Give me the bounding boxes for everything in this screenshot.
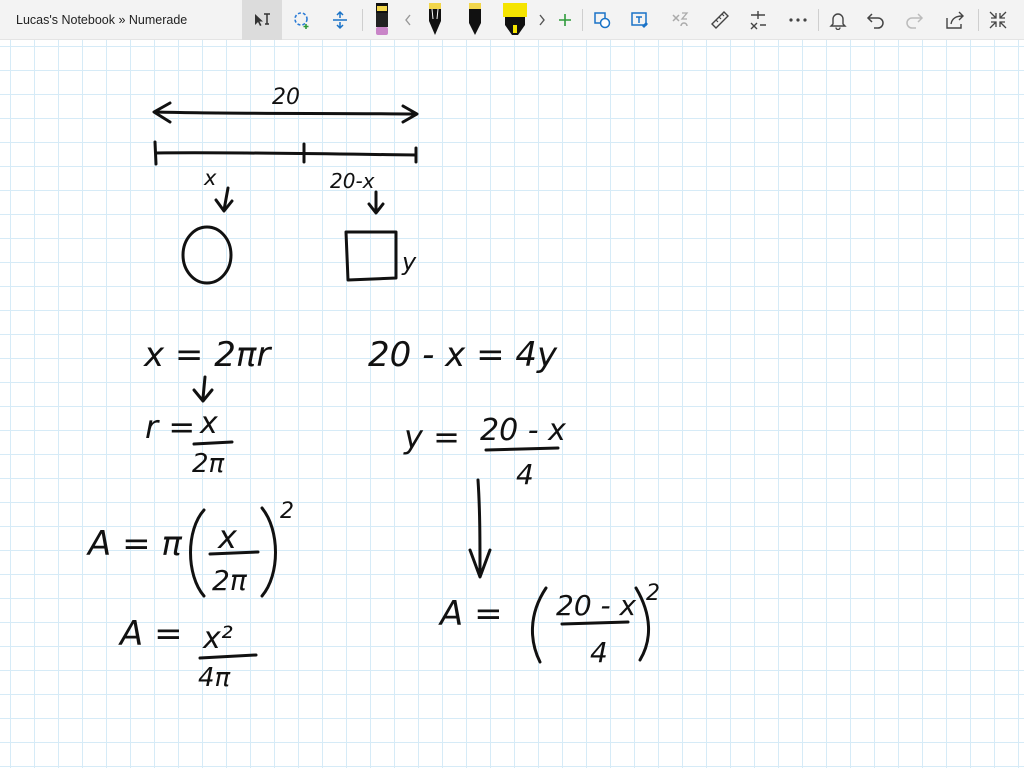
ink-to-shape-icon (592, 10, 612, 30)
eq-side-num: 20 - x (480, 413, 566, 448)
square-shape (344, 230, 398, 282)
total-length-label: 20 (272, 85, 300, 110)
eq-radius-lhs: r = (145, 408, 195, 446)
eq-side-bar (484, 446, 560, 452)
pen-pink-icon (372, 3, 392, 37)
pens-scroll-right-button[interactable] (534, 0, 550, 40)
pen-pink-button[interactable] (368, 0, 396, 40)
undo-button[interactable] (860, 0, 892, 40)
toolbar-divider (978, 9, 979, 31)
square-side-label: y (401, 248, 417, 276)
fullscreen-button[interactable] (982, 0, 1014, 40)
select-text-button[interactable] (242, 0, 282, 40)
pen-black-1-button[interactable] (420, 0, 450, 40)
insert-space-button[interactable] (322, 0, 358, 40)
eq-area-circle-exp: 2 (280, 499, 294, 524)
notifications-button[interactable] (822, 0, 854, 40)
ruler-button[interactable] (704, 0, 736, 40)
ink-to-text-button[interactable] (624, 0, 656, 40)
paren-left (189, 508, 206, 598)
toolbar-divider (582, 9, 583, 31)
highlighter-yellow-button[interactable] (498, 0, 532, 40)
eq-area-circle-den: 2π (212, 564, 248, 597)
redo-icon (904, 10, 924, 30)
paren-left-2 (531, 586, 548, 664)
toolbar-divider (818, 9, 819, 31)
insert-space-icon (330, 10, 350, 30)
ink-to-math-button[interactable] (664, 0, 696, 40)
eq-area-square-bar (560, 620, 630, 626)
eq-area-circle-simplified-num: x² (202, 621, 233, 656)
ink-to-text-icon (630, 10, 650, 30)
chevron-right-icon (537, 13, 547, 27)
undo-icon (866, 10, 886, 30)
eq-area-circle-lhs: A = π (86, 524, 182, 564)
window-title: Lucas's Notebook » Numerade (16, 13, 188, 27)
eq-area-square-exp: 2 (646, 581, 660, 606)
total-length-arrow: 20 (152, 85, 419, 124)
segment-right-label: 20-x (330, 169, 375, 193)
pen-black-2-icon (464, 3, 486, 37)
ink-to-shape-button[interactable] (586, 0, 618, 40)
pen-black-1-icon (424, 3, 446, 37)
eq-side-lhs: y = (403, 418, 460, 456)
chevron-left-icon (403, 13, 413, 27)
ink-layer: 20 x 20-x y x = 2πr r = x 2π A = π x 2π … (86, 85, 660, 693)
notifications-icon (828, 10, 848, 30)
highlighter-yellow-icon (501, 3, 529, 37)
eq-radius-den: 2π (192, 449, 225, 479)
redo-button[interactable] (898, 0, 930, 40)
app-toolbar: Lucas's Notebook » Numerade (0, 0, 1024, 40)
lasso-button[interactable] (284, 0, 320, 40)
ink-to-math-icon (670, 10, 690, 30)
more-button[interactable] (782, 0, 814, 40)
paren-right (260, 506, 277, 598)
fullscreen-icon (988, 10, 1008, 30)
add-pen-icon (557, 12, 573, 28)
circle-shape (181, 225, 233, 285)
more-icon (788, 17, 808, 23)
lasso-icon (292, 10, 312, 30)
eq-area-square-num: 20 - x (556, 589, 637, 622)
share-button[interactable] (938, 0, 974, 40)
eq-circumference: x = 2πr (143, 335, 272, 375)
add-pen-button[interactable] (552, 0, 578, 40)
ruler-icon (710, 10, 730, 30)
eq-area-square-lhs: A = (438, 594, 503, 634)
eq-perimeter: 20 - x = 4y (368, 335, 558, 375)
eq-arrow-2 (476, 478, 482, 577)
eq-area-circle-num: x (217, 518, 238, 556)
eq-area-square-den: 4 (590, 636, 608, 669)
eq-arrow-1 (201, 375, 207, 400)
eq-radius-bar (192, 440, 234, 446)
notebook-canvas[interactable]: 20 x 20-x y x = 2πr r = x 2π A = π x 2π … (0, 40, 1024, 768)
select-text-icon (252, 10, 272, 30)
toolbar-divider (362, 9, 363, 31)
eq-area-circle-simplified-den: 4π (198, 663, 231, 693)
pens-scroll-left-button[interactable] (398, 0, 418, 40)
share-icon (945, 10, 967, 30)
eq-area-circle-bar (208, 550, 260, 556)
math-button[interactable] (742, 0, 774, 40)
wire-segment: x 20-x (153, 140, 418, 193)
eq-side-den: 4 (516, 458, 534, 491)
pen-black-2-button[interactable] (460, 0, 490, 40)
eq-radius-num: x (199, 406, 218, 441)
math-icon (748, 10, 768, 30)
eq-area-circle-simplified-lhs: A = (118, 614, 183, 654)
segment-left-label: x (203, 166, 217, 190)
